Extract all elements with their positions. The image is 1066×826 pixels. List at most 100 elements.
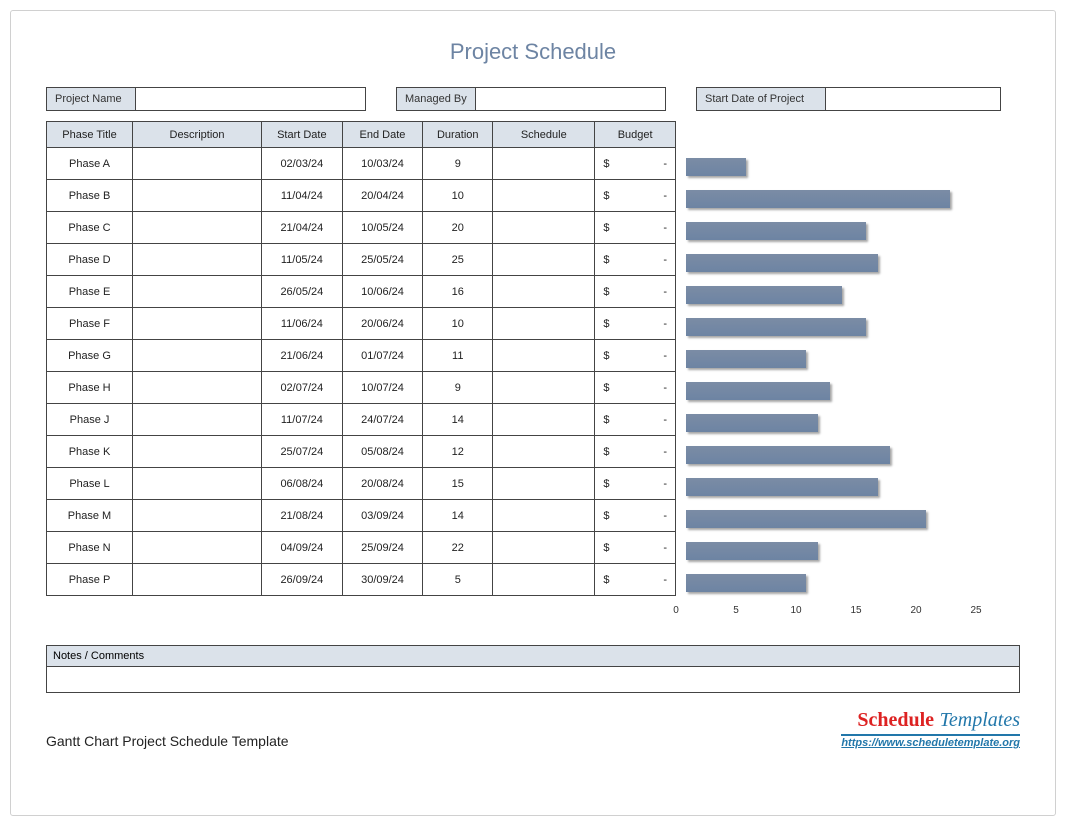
- cell-duration[interactable]: 9: [423, 372, 493, 404]
- cell-budget[interactable]: $-: [595, 276, 676, 308]
- cell-schedule[interactable]: [493, 276, 595, 308]
- cell-start[interactable]: 06/08/24: [262, 468, 343, 500]
- cell-duration[interactable]: 12: [423, 436, 493, 468]
- cell-phase[interactable]: Phase L: [47, 468, 133, 500]
- cell-phase[interactable]: Phase N: [47, 532, 133, 564]
- cell-budget[interactable]: $-: [595, 404, 676, 436]
- cell-end[interactable]: 25/05/24: [342, 244, 423, 276]
- cell-duration[interactable]: 22: [423, 532, 493, 564]
- cell-phase[interactable]: Phase E: [47, 276, 133, 308]
- cell-schedule[interactable]: [493, 500, 595, 532]
- cell-desc[interactable]: [133, 180, 262, 212]
- cell-desc[interactable]: [133, 564, 262, 596]
- cell-desc[interactable]: [133, 404, 262, 436]
- cell-end[interactable]: 25/09/24: [342, 532, 423, 564]
- cell-phase[interactable]: Phase D: [47, 244, 133, 276]
- cell-desc[interactable]: [133, 436, 262, 468]
- cell-end[interactable]: 10/03/24: [342, 148, 423, 180]
- cell-phase[interactable]: Phase M: [47, 500, 133, 532]
- cell-schedule[interactable]: [493, 564, 595, 596]
- cell-desc[interactable]: [133, 212, 262, 244]
- cell-schedule[interactable]: [493, 148, 595, 180]
- cell-start[interactable]: 26/05/24: [262, 276, 343, 308]
- cell-desc[interactable]: [133, 276, 262, 308]
- cell-schedule[interactable]: [493, 468, 595, 500]
- cell-schedule[interactable]: [493, 532, 595, 564]
- cell-schedule[interactable]: [493, 308, 595, 340]
- cell-schedule[interactable]: [493, 244, 595, 276]
- cell-budget[interactable]: $-: [595, 148, 676, 180]
- cell-duration[interactable]: 14: [423, 500, 493, 532]
- cell-budget[interactable]: $-: [595, 564, 676, 596]
- cell-schedule[interactable]: [493, 180, 595, 212]
- cell-desc[interactable]: [133, 340, 262, 372]
- cell-phase[interactable]: Phase H: [47, 372, 133, 404]
- cell-end[interactable]: 20/06/24: [342, 308, 423, 340]
- cell-duration[interactable]: 16: [423, 276, 493, 308]
- cell-start[interactable]: 04/09/24: [262, 532, 343, 564]
- cell-start[interactable]: 25/07/24: [262, 436, 343, 468]
- cell-end[interactable]: 10/07/24: [342, 372, 423, 404]
- cell-start[interactable]: 21/04/24: [262, 212, 343, 244]
- cell-schedule[interactable]: [493, 372, 595, 404]
- cell-desc[interactable]: [133, 244, 262, 276]
- cell-start[interactable]: 21/06/24: [262, 340, 343, 372]
- cell-end[interactable]: 10/06/24: [342, 276, 423, 308]
- cell-phase[interactable]: Phase P: [47, 564, 133, 596]
- cell-duration[interactable]: 15: [423, 468, 493, 500]
- cell-start[interactable]: 02/03/24: [262, 148, 343, 180]
- cell-schedule[interactable]: [493, 340, 595, 372]
- cell-desc[interactable]: [133, 468, 262, 500]
- cell-phase[interactable]: Phase A: [47, 148, 133, 180]
- cell-desc[interactable]: [133, 148, 262, 180]
- cell-end[interactable]: 03/09/24: [342, 500, 423, 532]
- cell-end[interactable]: 01/07/24: [342, 340, 423, 372]
- managed-by-input[interactable]: [476, 87, 666, 111]
- cell-start[interactable]: 02/07/24: [262, 372, 343, 404]
- project-name-input[interactable]: [136, 87, 366, 111]
- cell-desc[interactable]: [133, 308, 262, 340]
- cell-duration[interactable]: 20: [423, 212, 493, 244]
- cell-end[interactable]: 10/05/24: [342, 212, 423, 244]
- cell-start[interactable]: 11/05/24: [262, 244, 343, 276]
- cell-end[interactable]: 30/09/24: [342, 564, 423, 596]
- cell-phase[interactable]: Phase C: [47, 212, 133, 244]
- cell-budget[interactable]: $-: [595, 468, 676, 500]
- cell-duration[interactable]: 10: [423, 308, 493, 340]
- cell-budget[interactable]: $-: [595, 308, 676, 340]
- cell-end[interactable]: 20/04/24: [342, 180, 423, 212]
- start-date-input[interactable]: [826, 87, 1001, 111]
- cell-end[interactable]: 24/07/24: [342, 404, 423, 436]
- cell-desc[interactable]: [133, 532, 262, 564]
- cell-end[interactable]: 20/08/24: [342, 468, 423, 500]
- cell-budget[interactable]: $-: [595, 500, 676, 532]
- cell-phase[interactable]: Phase K: [47, 436, 133, 468]
- cell-start[interactable]: 11/04/24: [262, 180, 343, 212]
- cell-schedule[interactable]: [493, 436, 595, 468]
- cell-phase[interactable]: Phase B: [47, 180, 133, 212]
- cell-phase[interactable]: Phase J: [47, 404, 133, 436]
- cell-duration[interactable]: 9: [423, 148, 493, 180]
- notes-body[interactable]: [46, 667, 1020, 693]
- cell-duration[interactable]: 10: [423, 180, 493, 212]
- cell-start[interactable]: 11/06/24: [262, 308, 343, 340]
- cell-schedule[interactable]: [493, 212, 595, 244]
- cell-start[interactable]: 21/08/24: [262, 500, 343, 532]
- cell-duration[interactable]: 14: [423, 404, 493, 436]
- cell-phase[interactable]: Phase G: [47, 340, 133, 372]
- cell-budget[interactable]: $-: [595, 244, 676, 276]
- cell-end[interactable]: 05/08/24: [342, 436, 423, 468]
- cell-start[interactable]: 26/09/24: [262, 564, 343, 596]
- cell-budget[interactable]: $-: [595, 180, 676, 212]
- cell-budget[interactable]: $-: [595, 436, 676, 468]
- cell-budget[interactable]: $-: [595, 212, 676, 244]
- cell-budget[interactable]: $-: [595, 532, 676, 564]
- cell-duration[interactable]: 5: [423, 564, 493, 596]
- cell-desc[interactable]: [133, 372, 262, 404]
- cell-schedule[interactable]: [493, 404, 595, 436]
- cell-phase[interactable]: Phase F: [47, 308, 133, 340]
- cell-duration[interactable]: 11: [423, 340, 493, 372]
- cell-desc[interactable]: [133, 500, 262, 532]
- cell-budget[interactable]: $-: [595, 372, 676, 404]
- cell-duration[interactable]: 25: [423, 244, 493, 276]
